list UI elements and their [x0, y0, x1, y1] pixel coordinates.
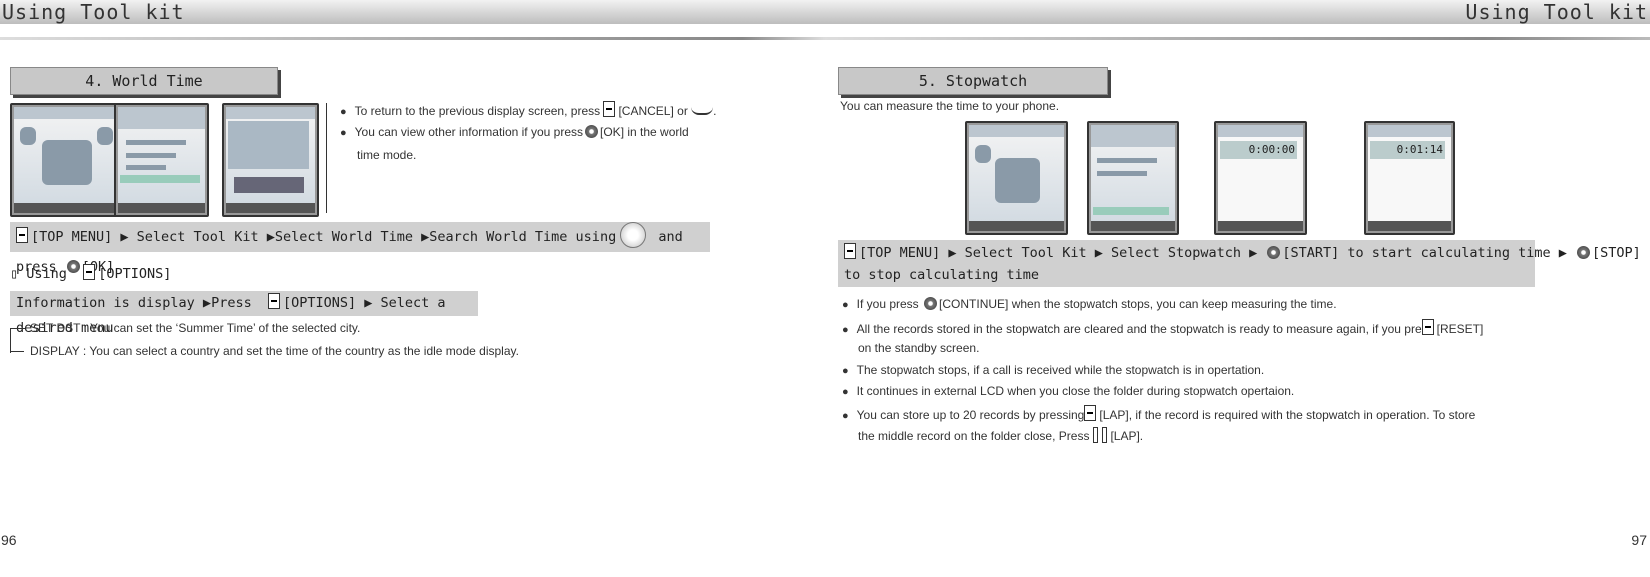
header-title-left: Using Tool kit	[2, 0, 185, 24]
text: [TOP MENU] ▶ Select Tool Kit ▶Select Wor…	[31, 229, 617, 245]
text: You can store up to 20 records by pressi…	[856, 408, 1085, 422]
soft-key-icon	[83, 264, 96, 280]
text: You can view other information if you pr…	[354, 125, 584, 139]
bullet-continuation: the middle record on the folder close, P…	[858, 427, 1143, 443]
options-bar: Information is display ▶Press [OPTIONS] …	[10, 291, 478, 336]
marker: ▯	[10, 266, 19, 282]
option-display: DISPLAY : You can select a country and s…	[30, 344, 519, 358]
bullet-continue: If you press [CONTINUE] when the stopwat…	[842, 297, 1337, 311]
phone-screen-stopwatch-zero: 0:00:00	[1214, 121, 1307, 235]
soft-key-icon	[1421, 319, 1434, 335]
soft-key-icon	[16, 227, 28, 243]
stopwatch-readout: 0:00:00	[1220, 141, 1297, 159]
side-key-icon	[1102, 427, 1108, 443]
procedure-bar: [TOP MENU] ▶ Select Tool Kit ▶Select Wor…	[10, 222, 710, 275]
phone-screen-stopwatch-running: 0:01:14	[1364, 121, 1455, 235]
text: [START] to start calculating time ▶	[1282, 245, 1567, 261]
bullet-reset: All the records stored in the stopwatch …	[842, 319, 1483, 336]
section-title-stopwatch: 5. Stopwatch	[838, 67, 1108, 95]
text: [CANCEL] or	[618, 104, 688, 118]
page-number-right: 97	[1631, 532, 1647, 548]
text: [OPTIONS]	[98, 266, 172, 282]
soft-key-icon	[1084, 405, 1097, 421]
bullet-continuation: time mode.	[357, 148, 417, 162]
bullet-ok: You can view other information if you pr…	[340, 125, 689, 139]
soft-key-icon	[844, 243, 856, 259]
bullet-lap: You can store up to 20 records by pressi…	[842, 405, 1475, 422]
ok-key-icon	[585, 125, 599, 138]
text: To return to the previous display screen…	[354, 104, 601, 118]
procedure-bar: [TOP MENU] ▶ Select Tool Kit ▶ Select St…	[838, 240, 1641, 287]
text: [LAP].	[1110, 429, 1144, 443]
ok-key-icon	[924, 297, 938, 310]
bullet-cancel: To return to the previous display screen…	[340, 101, 717, 118]
text: [LAP], if the record is required with th…	[1099, 408, 1476, 422]
header-title-right: Using Tool kit	[1465, 0, 1648, 24]
soft-key-icon	[267, 293, 280, 309]
ok-key-icon	[1577, 246, 1591, 259]
text: [RESET]	[1436, 322, 1484, 336]
header-bar	[0, 0, 1650, 24]
bracket-tick	[10, 351, 24, 352]
bullet-external-lcd: It continues in external LCD when you cl…	[842, 384, 1295, 398]
phone-screen-menu	[10, 103, 125, 217]
using-options: ▯ Using [OPTIONS]	[10, 264, 171, 282]
text: [TOP MENU] ▶ Select Tool Kit ▶ Select St…	[859, 245, 1258, 261]
soft-key-icon	[603, 101, 616, 117]
text: Information is display ▶Press	[16, 295, 252, 311]
text: [CONTINUE] when the stopwatch stops, you…	[939, 297, 1337, 311]
phone-screen-toolkit	[114, 103, 209, 217]
phone-screen-world-map	[222, 103, 319, 217]
phone-screen-menu	[965, 121, 1068, 235]
side-key-icon	[1093, 427, 1099, 443]
end-key-icon	[691, 103, 714, 115]
phone-screen-toolkit	[1087, 121, 1179, 235]
text: [OK] in the world	[600, 125, 689, 139]
text: the middle record on the folder close, P…	[858, 429, 1090, 443]
bullet-call: The stopwatch stops, if a call is receiv…	[842, 363, 1265, 377]
text: If you press	[856, 297, 919, 311]
header-rule	[0, 37, 1650, 40]
stopwatch-readout: 0:01:14	[1370, 141, 1445, 159]
page-number-left: 96	[1, 532, 17, 548]
intro-text: You can measure the time to your phone.	[840, 99, 1060, 113]
navigation-key-icon	[620, 222, 647, 248]
text: to stop calculating time	[844, 267, 1040, 283]
divider	[326, 103, 327, 213]
option-set-dst: SET DST : You can set the ‘Summer Time’ …	[30, 321, 361, 335]
bullet-continuation: on the standby screen.	[858, 341, 980, 355]
ok-key-icon	[1267, 246, 1281, 259]
text: [STOP]	[1592, 245, 1641, 261]
text: Using	[26, 266, 67, 282]
text: All the records stored in the stopwatch …	[856, 322, 1422, 336]
section-title-world-time: 4. World Time	[10, 67, 278, 95]
